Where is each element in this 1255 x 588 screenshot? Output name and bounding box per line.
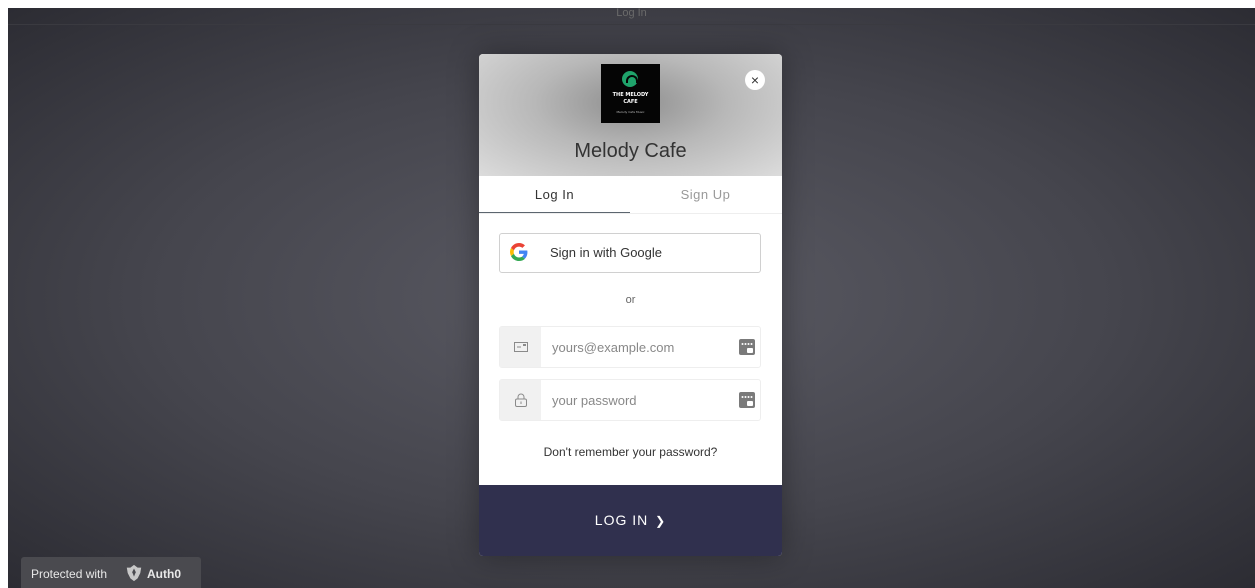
google-signin-button[interactable]: Sign in with Google <box>499 233 761 273</box>
password-input[interactable] <box>552 391 722 409</box>
auth0-shield-icon <box>126 564 142 582</box>
app-name: Melody Cafe <box>574 140 687 162</box>
google-icon <box>510 243 528 261</box>
tab-sign-up[interactable]: Sign Up <box>630 176 781 213</box>
close-icon: × <box>750 72 760 88</box>
tab-log-in[interactable]: Log In <box>479 176 630 213</box>
login-widget: THE MELODY CAFE Melody Cafe Music × Melo… <box>479 54 782 556</box>
lock-icon-box <box>500 380 541 420</box>
auth0-badge[interactable]: Protected with Auth0 <box>21 557 201 588</box>
envelope-icon-box <box>500 327 541 367</box>
email-input[interactable] <box>552 338 722 356</box>
page-background: Log In THE MELODY CAFE Melody Cafe Music… <box>8 8 1255 588</box>
page-title: Log In <box>8 8 1255 25</box>
password-manager-icon[interactable] <box>739 339 755 355</box>
login-submit-label: LOG IN <box>594 512 649 528</box>
close-button[interactable]: × <box>745 70 765 90</box>
password-manager-icon[interactable] <box>739 392 755 408</box>
forgot-password-link[interactable]: Don't remember your password? <box>479 445 782 459</box>
widget-header: THE MELODY CAFE Melody Cafe Music × Melo… <box>479 54 782 176</box>
app-logo: THE MELODY CAFE Melody Cafe Music <box>601 64 660 123</box>
password-field <box>499 379 761 421</box>
lock-icon <box>515 393 527 407</box>
badge-brand: Auth0 <box>147 567 181 581</box>
or-separator: or <box>625 294 636 306</box>
login-submit-button[interactable]: LOG IN ❯ <box>479 485 782 556</box>
logo-text-line2: CAFE <box>623 99 638 105</box>
google-signin-label: Sign in with Google <box>550 245 663 260</box>
chevron-right-icon: ❯ <box>655 514 667 528</box>
badge-text: Protected with <box>31 567 108 581</box>
logo-text-line3: Melody Cafe Music <box>616 110 645 114</box>
envelope-icon <box>514 342 528 352</box>
headphones-icon <box>622 71 638 87</box>
email-field <box>499 326 761 368</box>
logo-text-line1: THE MELODY <box>612 92 649 98</box>
auth-tabs: Log In Sign Up <box>479 176 782 214</box>
